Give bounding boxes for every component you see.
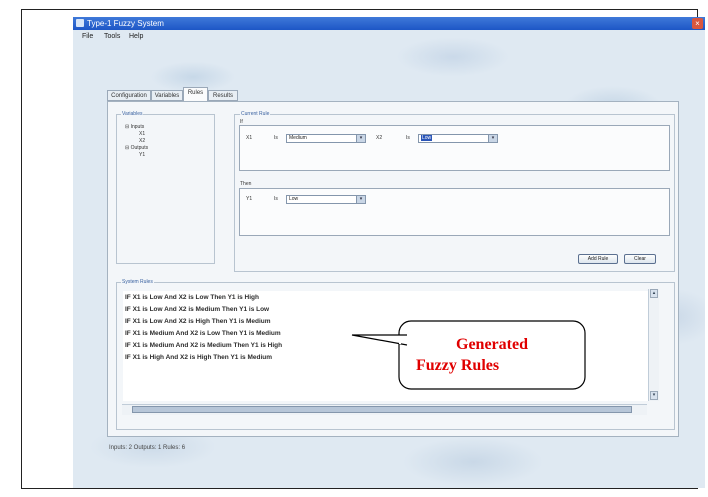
rule-item[interactable]: IF X1 is Low And X2 is Low Then Y1 is Hi… — [125, 294, 259, 301]
chevron-down-icon: ▾ — [356, 196, 365, 203]
if-var-2: X2 — [376, 135, 383, 141]
tree-outputs-node[interactable]: ⊟ Outputs — [125, 145, 148, 151]
then-is: Is — [274, 196, 278, 202]
rule-item[interactable]: IF X1 is Low And X2 is Medium Then Y1 is… — [125, 306, 269, 313]
callout-line-1: Generated — [456, 336, 528, 353]
variables-group: Variables ⊟ Inputs X1 X2 ⊟ Outputs Y1 — [116, 111, 215, 264]
then-box: Y1 Is Low ▾ — [239, 188, 670, 236]
app-icon — [76, 19, 84, 27]
system-rules-group: System Rules IF X1 is Low And X2 is Low … — [116, 279, 675, 430]
then-var: Y1 — [246, 196, 253, 202]
then-value: Low — [289, 196, 299, 202]
if-is-2: Is — [406, 135, 410, 141]
if-value-1-select[interactable]: Medium ▾ — [286, 134, 366, 143]
status-bar: Inputs: 2 Outputs: 1 Rules: 6 — [109, 445, 186, 451]
rule-item[interactable]: IF X1 is High And X2 is High Then Y1 is … — [125, 354, 272, 361]
tab-results[interactable]: Results — [208, 90, 238, 101]
rule-item[interactable]: IF X1 is Medium And X2 is Low Then Y1 is… — [125, 330, 281, 337]
close-button[interactable]: × — [692, 18, 703, 29]
vertical-scrollbar[interactable]: ▴ ▾ — [648, 289, 659, 401]
menu-help[interactable]: Help — [129, 33, 143, 40]
tab-configuration[interactable]: Configuration — [107, 90, 151, 101]
scroll-up-icon[interactable]: ▴ — [650, 289, 658, 298]
tree-inputs-node[interactable]: ⊟ Inputs — [125, 124, 144, 130]
tree-inputs-label: Inputs — [130, 124, 145, 130]
chevron-down-icon: ▾ — [356, 135, 365, 142]
rule-item[interactable]: IF X1 is Medium And X2 is Medium Then Y1… — [125, 342, 282, 349]
chevron-down-icon: ▾ — [488, 135, 497, 142]
variables-group-label: Variables — [121, 111, 144, 117]
current-rule-label: Current Rule — [240, 111, 271, 117]
menu-tools[interactable]: Tools — [104, 33, 120, 40]
if-is-1: Is — [274, 135, 278, 141]
horizontal-scrollbar[interactable] — [122, 404, 647, 415]
callout-line-2: Fuzzy Rules — [416, 357, 500, 374]
system-rules-label: System Rules — [121, 279, 154, 285]
menu-file[interactable]: File — [82, 33, 93, 40]
tree-item-x1[interactable]: X1 — [139, 131, 145, 137]
if-box: X1 Is Medium ▾ X2 Is Low ▾ — [239, 125, 670, 171]
title-bar[interactable]: Type-1 Fuzzy System × — [73, 17, 705, 30]
if-value-2-select[interactable]: Low ▾ — [418, 134, 498, 143]
scroll-down-icon[interactable]: ▾ — [650, 391, 658, 400]
rules-panel: Variables ⊟ Inputs X1 X2 ⊟ Outputs Y1 Cu… — [107, 101, 679, 437]
tree-item-y1[interactable]: Y1 — [139, 152, 145, 158]
add-rule-button[interactable]: Add Rule — [578, 254, 618, 264]
callout-annotation: Generated Fuzzy Rules — [351, 320, 586, 390]
window-title: Type-1 Fuzzy System — [87, 19, 164, 28]
tab-variables[interactable]: Variables — [151, 90, 183, 101]
horizontal-scroll-thumb[interactable] — [132, 406, 632, 413]
if-var-1: X1 — [246, 135, 253, 141]
clear-button[interactable]: Clear — [624, 254, 656, 264]
app-window: Type-1 Fuzzy System × File Tools Help Co… — [73, 17, 705, 488]
rule-item[interactable]: IF X1 is Low And X2 is High Then Y1 is M… — [125, 318, 271, 325]
if-value-1: Medium — [289, 135, 307, 141]
then-value-select[interactable]: Low ▾ — [286, 195, 366, 204]
if-value-2: Low — [421, 135, 433, 141]
tree-outputs-label: Outputs — [130, 145, 149, 151]
tree-item-x2[interactable]: X2 — [139, 138, 145, 144]
then-label: Then — [240, 181, 252, 187]
tab-rules[interactable]: Rules — [183, 87, 208, 101]
callout-shape — [351, 320, 586, 390]
current-rule-group: Current Rule If X1 Is Medium ▾ X2 Is Low… — [234, 111, 675, 272]
